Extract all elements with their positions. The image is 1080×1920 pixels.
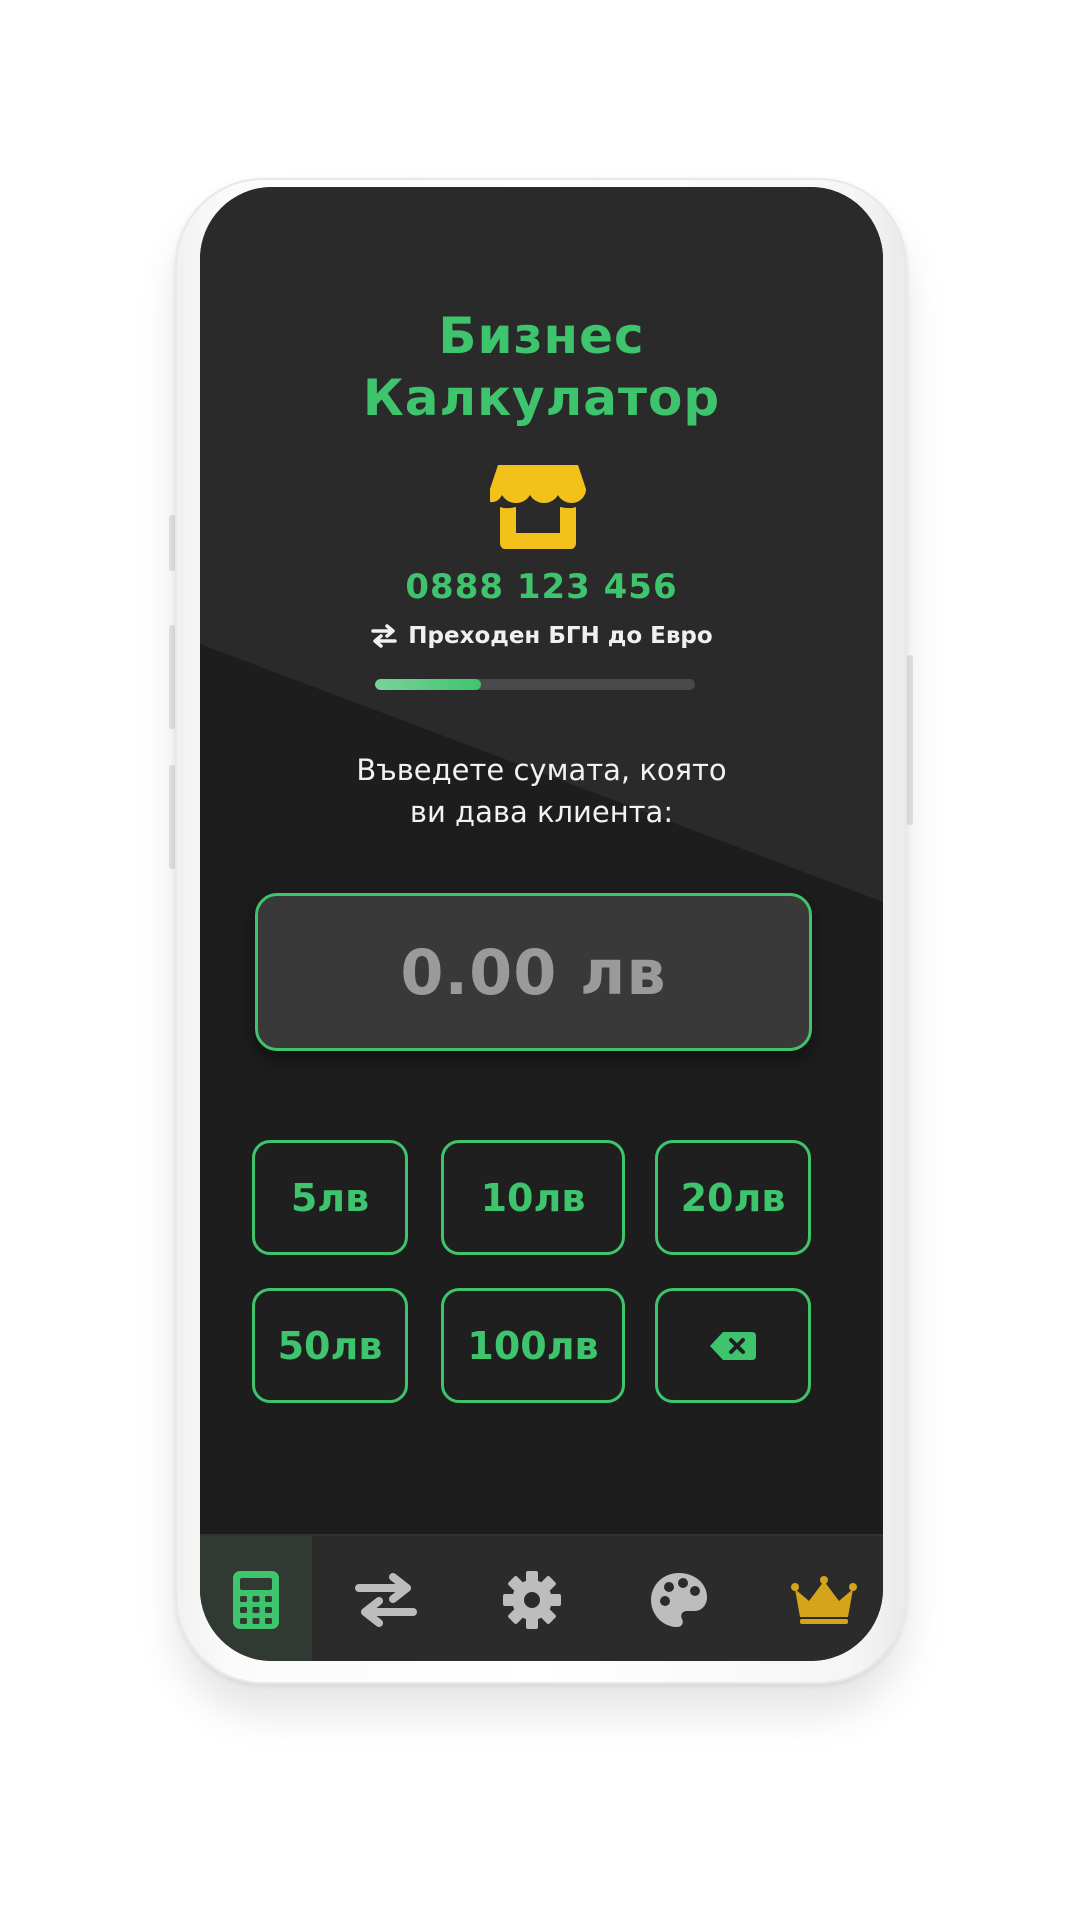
quick-amount-20-button[interactable]: 20лв	[655, 1140, 811, 1255]
store-icon	[490, 465, 586, 549]
exchange-icon	[355, 1572, 417, 1627]
nav-exchange[interactable]	[330, 1536, 442, 1661]
gear-icon	[503, 1570, 561, 1629]
app-title: Бизнес Калкулатор	[200, 305, 883, 429]
quick-amount-50-button[interactable]: 50лв	[252, 1288, 408, 1403]
nav-calculator[interactable]	[200, 1536, 312, 1661]
business-phone-number: 0888 123 456	[405, 567, 678, 607]
transition-progress-bar	[375, 679, 695, 690]
quick-amount-50-label: 50лв	[277, 1323, 383, 1368]
quick-amount-5-label: 5лв	[290, 1175, 370, 1220]
amount-prompt-line1: Въведете сумата, която	[356, 753, 727, 787]
stage: Бизнес Калкулатор 0888 123 456 Преходен …	[0, 0, 1080, 1920]
app-title-line1: Бизнес	[438, 307, 645, 365]
app-screen: Бизнес Калкулатор 0888 123 456 Преходен …	[200, 187, 883, 1661]
transition-mode-indicator[interactable]: Преходен БГН до Евро	[200, 623, 883, 649]
backspace-button[interactable]	[655, 1288, 811, 1403]
quick-amount-100-label: 100лв	[467, 1323, 599, 1368]
palette-icon	[651, 1572, 707, 1627]
amount-prompt-line2: ви дава клиента:	[409, 795, 674, 829]
bottom-navigation	[200, 1534, 883, 1661]
swap-arrows-icon	[371, 624, 398, 648]
backspace-icon	[710, 1331, 756, 1360]
amount-value: 0.00 лв	[400, 935, 667, 1009]
quick-amount-5-button[interactable]: 5лв	[252, 1140, 408, 1255]
amount-prompt: Въведете сумата, която ви дава клиента:	[260, 749, 823, 833]
quick-amount-10-label: 10лв	[480, 1175, 586, 1220]
power-button	[906, 655, 913, 825]
amount-input[interactable]: 0.00 лв	[255, 893, 812, 1051]
nav-themes[interactable]	[623, 1536, 735, 1661]
nav-settings[interactable]	[476, 1536, 588, 1661]
calculator-icon	[233, 1570, 279, 1629]
quick-amount-100-button[interactable]: 100лв	[441, 1288, 625, 1403]
transition-progress-fill	[375, 679, 481, 690]
crown-icon	[791, 1575, 857, 1624]
nav-premium[interactable]	[768, 1536, 880, 1661]
quick-amount-10-button[interactable]: 10лв	[441, 1140, 625, 1255]
quick-amount-20-label: 20лв	[680, 1175, 786, 1220]
app-title-line2: Калкулатор	[362, 369, 721, 427]
transition-label: Преходен БГН до Евро	[408, 623, 713, 649]
